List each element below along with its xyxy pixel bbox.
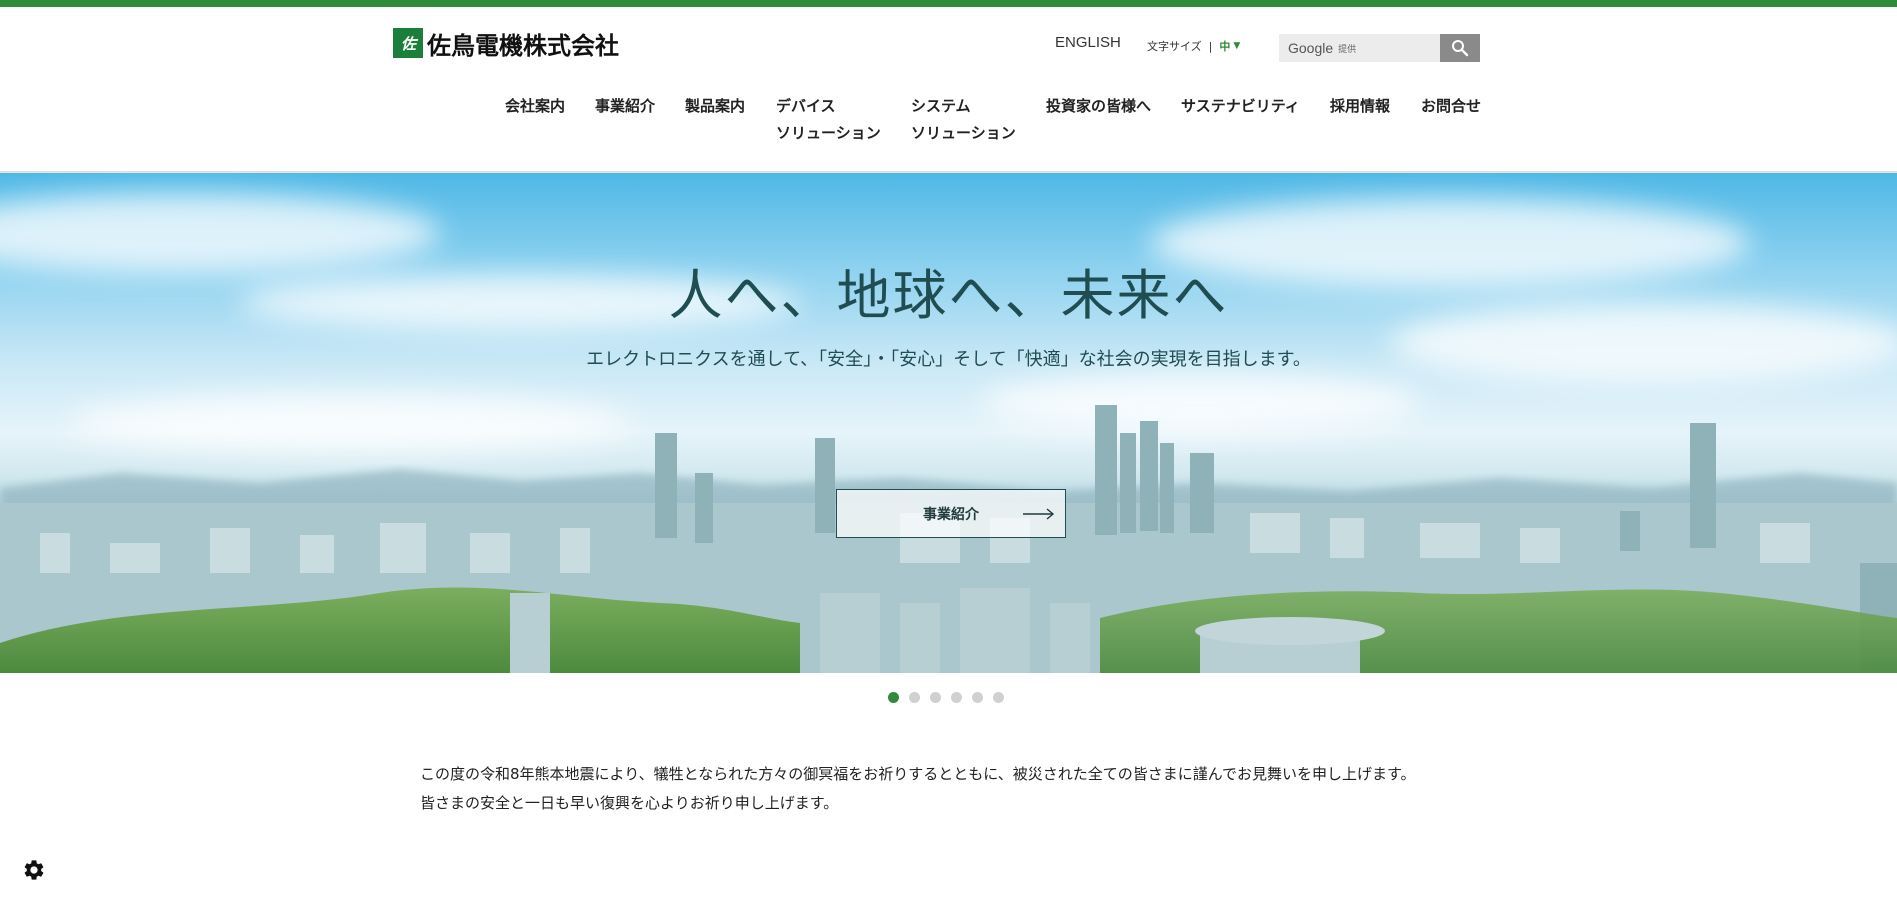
nav-item-label: システム — [911, 97, 971, 115]
main-nav: 会社案内 事業紹介 製品案内 デバイス ソリューション システム ソリューション… — [0, 93, 1897, 153]
carousel-dot[interactable] — [909, 692, 920, 703]
nav-item-device-solutions[interactable]: デバイス ソリューション — [776, 93, 881, 147]
nav-item-label: サステナビリティ — [1181, 97, 1300, 115]
company-logo[interactable]: 佐 佐鳥電機株式会社 — [393, 28, 619, 60]
nav-item-products[interactable]: 製品案内 — [685, 93, 745, 120]
carousel-dot[interactable] — [951, 692, 962, 703]
search-input[interactable]: Google 提供 — [1279, 34, 1440, 62]
nav-item-label: お問合せ — [1421, 97, 1482, 115]
nav-item-label: 採用情報 — [1330, 97, 1391, 115]
business-intro-button-label: 事業紹介 — [923, 506, 979, 523]
nav-item-business[interactable]: 事業紹介 — [595, 93, 655, 120]
nav-item-label: 投資家の皆様へ — [1046, 97, 1152, 115]
hero-subtitle: エレクトロニクスを通して、「安全」・「安心」そして「快適」な社会の実現を目指しま… — [586, 349, 1311, 370]
nav-item-label: 事業紹介 — [595, 97, 656, 115]
cookie-settings-button[interactable] — [22, 858, 46, 882]
notice-line: この度の令和8年熊本地震により、犠牲となられた方々の御冥福をお祈りするとともに、… — [420, 765, 1416, 783]
notice-line: 皆さまの安全と一日も早い復興を心よりお祈り申し上げます。 — [420, 793, 839, 812]
brand-top-bar — [0, 0, 1897, 7]
nav-item-company[interactable]: 会社案内 — [505, 93, 565, 120]
carousel-dot[interactable] — [888, 692, 899, 703]
nav-item-label: 会社案内 — [505, 97, 566, 115]
nav-item-investors[interactable]: 投資家の皆様へ — [1046, 93, 1151, 120]
search-button[interactable] — [1440, 34, 1480, 62]
disaster-notice: この度の令和8年熊本地震により、犠牲となられた方々の御冥福をお祈りするとともに、… — [420, 760, 1470, 817]
gear-icon — [24, 860, 44, 880]
carousel-dot[interactable] — [930, 692, 941, 703]
carousel-pagination — [888, 692, 1004, 703]
site-search: Google 提供 — [1279, 34, 1480, 62]
hero-cityscape-image — [0, 193, 1897, 673]
nav-item-label: ソリューション — [776, 124, 881, 142]
nav-item-system-solutions[interactable]: システム ソリューション — [911, 93, 1016, 147]
logo-text: 佐鳥電機株式会社 — [427, 31, 619, 60]
search-provider-suffix: 提供 — [1338, 44, 1357, 55]
search-provider: Google — [1288, 40, 1334, 56]
arrow-right-icon — [1023, 508, 1055, 520]
search-icon — [1452, 40, 1469, 57]
font-size-label: 文字サイズ — [1147, 40, 1202, 53]
carousel-dot[interactable] — [993, 692, 1004, 703]
nav-item-sustainability[interactable]: サステナビリティ — [1181, 93, 1300, 120]
hero-banner: 人へ、地球へ、未来へ エレクトロニクスを通して、「安全」・「安心」そして「快適」… — [0, 173, 1897, 673]
nav-item-label: デバイス — [776, 97, 836, 115]
english-link[interactable]: ENGLISH — [1055, 34, 1121, 51]
carousel-dot[interactable] — [972, 692, 983, 703]
font-size-current[interactable]: 中 — [1219, 38, 1230, 54]
business-intro-button[interactable]: 事業紹介 — [836, 489, 1066, 538]
hero-title: 人へ、地球へ、未来へ — [668, 264, 1229, 327]
chevron-down-icon[interactable]: ▼ — [1233, 41, 1240, 51]
nav-item-contact[interactable]: お問合せ — [1421, 93, 1481, 120]
site-header: 佐 佐鳥電機株式会社 ENGLISH 文字サイズ | 中 ▼ Google 提供… — [0, 7, 1897, 173]
nav-item-label: 製品案内 — [685, 97, 746, 115]
nav-item-recruit[interactable]: 採用情報 — [1330, 93, 1390, 120]
logo-mark-icon: 佐 — [393, 28, 423, 58]
font-size-separator: | — [1208, 39, 1213, 53]
nav-item-label: ソリューション — [911, 124, 1016, 142]
font-size-selector: 文字サイズ | 中 ▼ — [1147, 38, 1240, 54]
